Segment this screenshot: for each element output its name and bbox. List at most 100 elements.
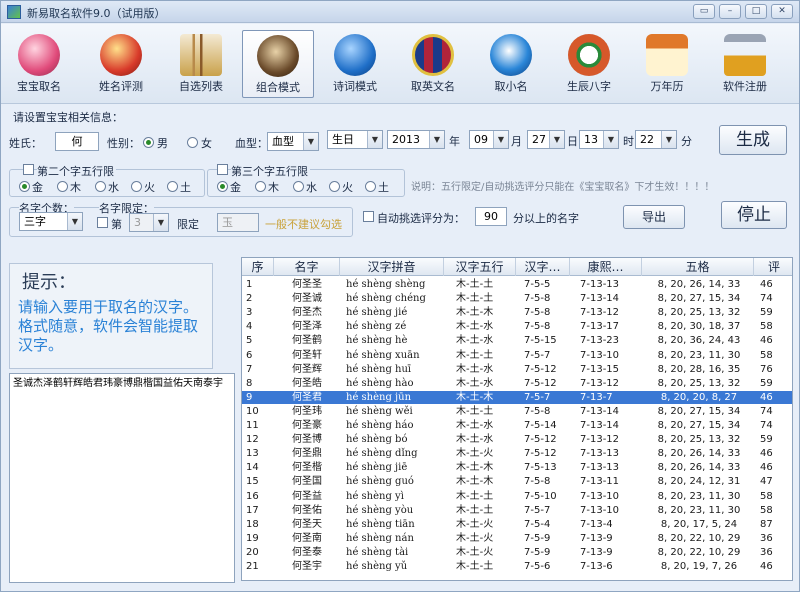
table-cell: hé shèng dǐng — [346, 448, 418, 460]
table-row[interactable]: 1 何圣圣 hé shèng shèng 木-土-土 7-5-5 7-13-13 8, 20… — [242, 278, 792, 291]
table-cell: 木-土-水 — [456, 377, 494, 389]
col-wuxing[interactable]: 汉字五行 — [444, 258, 516, 276]
second-char-wuxing-checkbox[interactable] — [23, 164, 34, 175]
tool-calendar[interactable]: 万年历 — [631, 30, 703, 98]
tool-poetry-mode[interactable]: 诗词模式 — [319, 30, 391, 98]
col-index[interactable]: 序 — [242, 258, 274, 276]
col-kangxi[interactable]: 康熙… — [570, 258, 642, 276]
chars-input[interactable]: 圣诚杰泽鹤轩辉皓君玮豪博鼎楷国益佑天南泰宇 — [9, 373, 235, 583]
tool-nickname[interactable]: 取小名 — [475, 30, 547, 98]
minute-select[interactable]: 22 ▼ — [635, 130, 677, 149]
third-char-wuxing-checkbox[interactable] — [217, 164, 228, 175]
table-row[interactable]: 21 何圣宇 hé shèng yǔ 木-土-土 7-5-6 7-13-6 8, 20, 1… — [242, 560, 792, 573]
table-cell: hé shèng bó — [346, 434, 408, 446]
table-row[interactable]: 19 何圣南 hé shèng nán 木-土-火 7-5-9 7-13-9 8, 20, … — [242, 532, 792, 545]
second-water-radio[interactable] — [95, 181, 106, 192]
table-row[interactable]: 14 何圣楷 hé shèng jiē 木-土-木 7-5-13 7-13-13 8, 20… — [242, 461, 792, 474]
table-cell: hé shèng jiē — [346, 462, 408, 474]
table-cell: 58 — [760, 321, 773, 333]
tool-english-name[interactable]: 取英文名 — [397, 30, 469, 98]
main-toolbar: 宝宝取名 姓名评测 自选列表 组合模式 诗词模式 取英文名 取小名 生辰八字 万… — [1, 24, 799, 104]
table-cell: 47 — [760, 476, 773, 488]
second-metal-radio[interactable] — [19, 181, 30, 192]
table-cell: hé shèng tiān — [346, 518, 415, 530]
col-wuge[interactable]: 五格 — [642, 258, 754, 276]
third-fire-radio[interactable] — [329, 181, 340, 192]
table-row[interactable]: 12 何圣博 hé shèng bó 木-土-水 7-5-12 7-13-12 8, 20,… — [242, 433, 792, 446]
table-cell: 木-土-土 — [456, 349, 494, 361]
limit-index-select[interactable]: 3 ▼ — [129, 213, 169, 232]
table-cell: 8, 20, 22, 10, 29 — [657, 546, 741, 558]
table-row[interactable]: 5 何圣鹤 hé shèng hè 木-土-水 7-5-15 7-13-23 8, 20, … — [242, 334, 792, 347]
year-select[interactable]: 2013 ▼ — [387, 130, 445, 149]
table-row[interactable]: 3 何圣杰 hé shèng jié 木-土-木 7-5-8 7-13-12 8, 20, … — [242, 306, 792, 319]
maximize-button[interactable]: □ — [745, 4, 767, 19]
day-select[interactable]: 27 ▼ — [527, 130, 565, 149]
table-row[interactable]: 6 何圣轩 hé shèng xuān 木-土-土 7-5-7 7-13-10 8, 20,… — [242, 349, 792, 362]
table-row[interactable]: 4 何圣泽 hé shèng zé 木-土-水 7-5-8 7-13-17 8, 20, 3… — [242, 320, 792, 333]
restore-icon[interactable]: ▭ — [693, 4, 715, 19]
table-cell: 何圣天 — [292, 518, 322, 530]
third-water-radio[interactable] — [293, 181, 304, 192]
table-cell: 8, 20, 23, 11, 30 — [657, 349, 741, 361]
generate-button[interactable]: 生成 — [719, 125, 787, 155]
table-row[interactable]: 18 何圣天 hé shèng tiān 木-土-火 7-5-4 7-13-4 8, 20,… — [242, 518, 792, 531]
table-row[interactable]: 7 何圣辉 hé shèng huī 木-土-水 7-5-12 7-13-15 8, 20,… — [242, 363, 792, 376]
col-name[interactable]: 名字 — [274, 258, 340, 276]
tool-register[interactable]: 软件注册 — [709, 30, 781, 98]
table-cell: 74 — [760, 405, 773, 417]
second-fire-radio[interactable] — [131, 181, 142, 192]
table-cell: 何圣泰 — [292, 546, 322, 558]
results-table[interactable]: 序 名字 汉字拼音 汉字五行 汉字… 康熙… 五格 评 1 何圣圣 hé shèng… — [241, 257, 793, 581]
table-row[interactable]: 17 何圣佑 hé shèng yòu 木-土-土 7-5-7 7-13-10 8, 20,… — [242, 504, 792, 517]
table-cell: 7-13-23 — [580, 335, 620, 347]
col-score[interactable]: 评 — [754, 258, 792, 276]
limit-first-label: 第 — [111, 218, 122, 231]
gender-male-radio[interactable] — [143, 137, 154, 148]
table-row[interactable]: 13 何圣鼎 hé shèng dǐng 木-土-火 7-5-12 7-13-13 8, 2… — [242, 447, 792, 460]
limit-checkbox[interactable] — [97, 217, 108, 228]
table-cell: hé shèng wěi — [346, 405, 413, 417]
table-cell: hé shèng yì — [346, 490, 404, 502]
table-cell: 2 — [246, 293, 253, 305]
hour-select[interactable]: 13 ▼ — [579, 130, 619, 149]
blood-select[interactable]: 血型 ▼ — [267, 132, 319, 151]
name-length-select[interactable]: 三字 ▼ — [19, 212, 83, 231]
surname-input[interactable]: 何 — [55, 132, 99, 151]
tip-panel: 提示： 请输入要用于取名的汉字。格式随意，软件会智能提取汉字。 — [9, 263, 213, 369]
stop-button[interactable]: 停止 — [721, 201, 787, 229]
second-earth-radio[interactable] — [167, 181, 178, 192]
app-window: 新易取名软件9.0（试用版） ▭ – □ ✕ 宝宝取名 姓名评测 自选列表 组合… — [0, 0, 800, 592]
auto-score-input[interactable]: 90 — [475, 207, 507, 226]
col-pinyin[interactable]: 汉字拼音 — [340, 258, 444, 276]
tool-name-evaluation[interactable]: 姓名评测 — [85, 30, 157, 98]
gender-female-radio[interactable] — [187, 137, 198, 148]
table-row[interactable]: 9 何圣君 hé shèng jūn 木-土-木 7-5-7 7-13-7 8, 20, 2… — [242, 390, 792, 404]
close-button[interactable]: ✕ — [771, 4, 793, 19]
export-button[interactable]: 导出 — [623, 205, 685, 229]
table-cell: 何圣杰 — [292, 307, 322, 319]
minimize-button[interactable]: – — [719, 4, 741, 19]
table-row[interactable]: 2 何圣诚 hé shèng chéng 木-土-土 7-5-8 7-13-14 8, 20… — [242, 292, 792, 305]
table-row[interactable]: 20 何圣泰 hé shèng tài 木-土-火 7-5-9 7-13-9 8, 20, … — [242, 546, 792, 559]
third-earth-radio[interactable] — [365, 181, 376, 192]
tool-bazi[interactable]: 生辰八字 — [553, 30, 625, 98]
table-row[interactable]: 15 何圣国 hé shèng guó 木-土-木 7-5-8 7-13-11 8, 20,… — [242, 475, 792, 488]
auto-score-checkbox[interactable] — [363, 211, 374, 222]
table-cell: 7-13-17 — [580, 321, 620, 333]
tool-combination-mode[interactable]: 组合模式 — [242, 30, 314, 98]
table-row[interactable]: 10 何圣玮 hé shèng wěi 木-土-土 7-5-8 7-13-14 8, 20,… — [242, 405, 792, 418]
table-row[interactable]: 11 何圣豪 hé shèng háo 木-土-水 7-5-14 7-13-14 8, 20… — [242, 419, 792, 432]
limit-char-input[interactable]: 玉 — [217, 213, 259, 232]
tool-baby-naming[interactable]: 宝宝取名 — [3, 30, 75, 98]
chevron-down-icon: ▼ — [429, 131, 444, 148]
birthday-select[interactable]: 生日 ▼ — [327, 130, 383, 149]
second-wood-radio[interactable] — [57, 181, 68, 192]
table-row[interactable]: 16 何圣益 hé shèng yì 木-土-土 7-5-10 7-13-10 8, 20,… — [242, 490, 792, 503]
month-select[interactable]: 09 ▼ — [469, 130, 509, 149]
table-row[interactable]: 8 何圣皓 hé shèng hào 木-土-水 7-5-12 7-13-12 8, 20,… — [242, 377, 792, 390]
third-metal-radio[interactable] — [217, 181, 228, 192]
third-wood-radio[interactable] — [255, 181, 266, 192]
col-strokes[interactable]: 汉字… — [516, 258, 570, 276]
tool-custom-list[interactable]: 自选列表 — [165, 30, 237, 98]
